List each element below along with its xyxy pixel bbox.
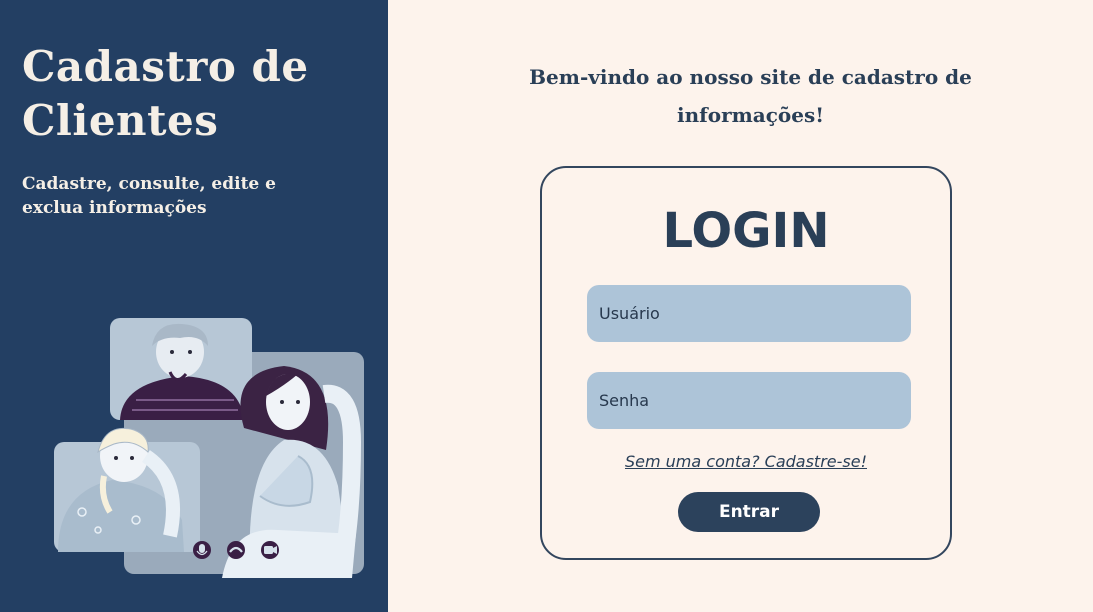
username-input[interactable] (587, 285, 911, 342)
welcome-message: Bem-vindo ao nosso site de cadastro de i… (529, 65, 972, 127)
signup-link[interactable]: Sem uma conta? Cadastre-se! (542, 452, 950, 471)
mic-icon (193, 541, 211, 559)
sidebar-title: Cadastro de Clientes (22, 42, 309, 145)
hangup-icon (227, 541, 245, 559)
login-button[interactable]: Entrar (678, 492, 820, 532)
login-card: LOGIN Sem uma conta? Cadastre-se! Entrar (540, 166, 952, 560)
sidebar-panel: Cadastro de Clientes Cadastre, consulte,… (0, 0, 388, 612)
main-area: Bem-vindo ao nosso site de cadastro de i… (388, 0, 1093, 612)
sidebar-subtitle: Cadastre, consulte, edite e exclua infor… (22, 174, 276, 218)
login-title: LOGIN (662, 203, 830, 259)
password-input[interactable] (587, 372, 911, 429)
video-call-illustration (54, 318, 364, 578)
camera-icon (261, 541, 279, 559)
